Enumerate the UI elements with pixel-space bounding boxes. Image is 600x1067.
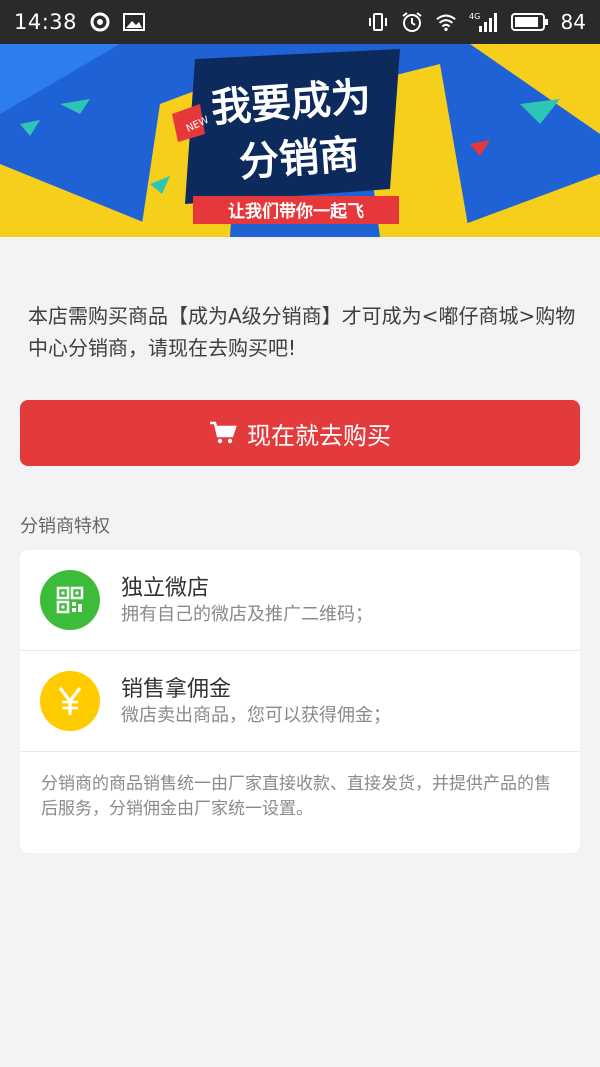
distributor-requirement-text: 本店需购买商品【成为A级分销商】才可成为<嘟仔商城>购物中心分销商，请现在去购买… [28, 304, 576, 360]
wifi-icon [435, 11, 457, 33]
privilege-subtitle: 拥有自己的微店及推广二维码； [121, 604, 373, 625]
privileges-note: 分销商的商品销售统一由厂家直接收款、直接发货，并提供产品的售后服务，分销佣金由厂… [41, 774, 551, 819]
vibrate-icon [367, 11, 389, 33]
status-time: 14:38 [14, 10, 78, 34]
banner-slogan: 让我们带你一起飞 [228, 201, 364, 222]
battery-percent: 84 [560, 10, 586, 34]
alarm-icon [401, 11, 423, 33]
privileges-section-title: 分销商特权 [20, 516, 110, 537]
status-bar: 14:38 4G 84 [0, 0, 600, 44]
privilege-title: 销售拿佣金 [121, 677, 232, 702]
network-type: 4G [469, 12, 480, 21]
netease-icon [89, 11, 111, 33]
privilege-item-store: 独立微店 拥有自己的微店及推广二维码； [20, 550, 580, 651]
qr-code-icon [40, 570, 100, 630]
privilege-subtitle: 微店卖出商品，您可以获得佣金； [121, 705, 391, 726]
banner-image: NEW 我要成为 分销商 让我们带你一起飞 [0, 44, 600, 237]
yen-icon [40, 671, 100, 731]
battery-icon [510, 11, 549, 33]
banner-title-line2: 分销商 [238, 132, 361, 186]
privileges-card: 独立微店 拥有自己的微店及推广二维码； 销售拿佣金 微店卖出商品，您可以获得佣金… [20, 550, 580, 853]
image-icon [123, 11, 146, 33]
privilege-item-commission: 销售拿佣金 微店卖出商品，您可以获得佣金； [20, 651, 580, 752]
cart-icon [209, 421, 237, 445]
privilege-title: 独立微店 [121, 576, 210, 601]
buy-now-label: 现在就去购买 [247, 421, 391, 450]
signal-icon: 4G [469, 11, 499, 33]
buy-now-button[interactable]: 现在就去购买 [20, 400, 580, 466]
